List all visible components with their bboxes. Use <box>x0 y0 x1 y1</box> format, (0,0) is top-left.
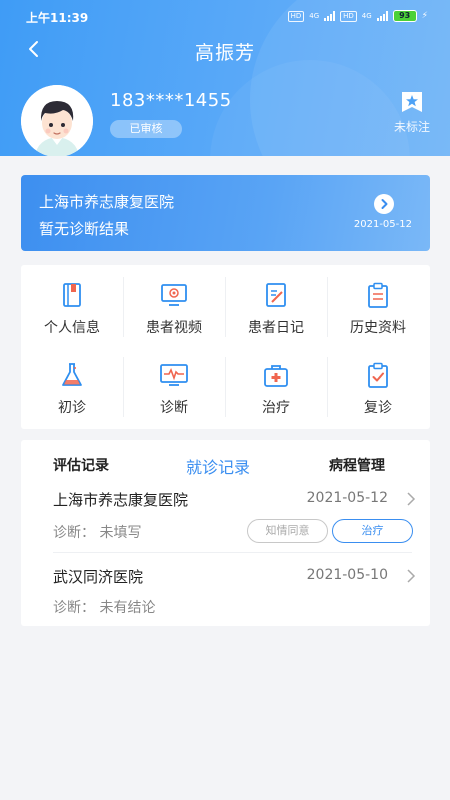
grid-label: 个人信息 <box>44 320 100 336</box>
profile-header: 上午11:39 HD 4G HD 4G 93 ⚡ 高振芳 183****1455… <box>0 0 450 156</box>
chevron-right-icon <box>407 569 416 583</box>
record-hospital: 武汉同济医院 <box>53 568 144 586</box>
record-diagnosis: 诊断： 未有结论 <box>53 600 156 616</box>
medical-kit-icon <box>264 365 288 387</box>
bookmark-star-icon <box>402 92 422 112</box>
grid-label: 复诊 <box>364 400 392 416</box>
audit-status-badge: 已审核 <box>110 120 182 138</box>
grid-label: 患者日记 <box>248 320 304 336</box>
tab-course[interactable]: 病程管理 <box>329 455 385 475</box>
grid-item-history[interactable]: 历史资料 <box>327 267 429 349</box>
grid-label: 患者视频 <box>146 320 202 336</box>
record-diagnosis: 诊断： 未填写 <box>53 525 142 541</box>
flask-icon <box>62 363 82 386</box>
notebook-pen-icon <box>266 283 286 307</box>
grid-label: 历史资料 <box>350 320 406 336</box>
avatar[interactable] <box>21 85 93 156</box>
record-hospital: 上海市养志康复医院 <box>53 491 189 509</box>
banner-diagnosis-result: 暂无诊断结果 <box>39 220 130 238</box>
tab-assessment[interactable]: 评估记录 <box>53 455 109 475</box>
grid-item-patient-video[interactable]: 患者视频 <box>123 267 225 349</box>
page-title: 高振芳 <box>194 42 255 64</box>
visit-record[interactable]: 武汉同济医院 2021-05-10 诊断： 未有结论 <box>21 565 430 617</box>
grid-label: 初诊 <box>58 400 86 416</box>
grid-item-patient-diary[interactable]: 患者日记 <box>225 267 327 349</box>
network-type: 4G <box>361 12 372 20</box>
battery-icon: 93 <box>392 10 417 22</box>
treatment-button[interactable]: 治疗 <box>332 519 413 543</box>
consent-button[interactable]: 知情同意 <box>247 519 328 543</box>
mark-label: 未标注 <box>393 120 430 134</box>
status-icons: HD 4G HD 4G 93 ⚡ <box>287 10 428 22</box>
signal-icon <box>324 11 336 21</box>
banner-hospital-name: 上海市养志康复医院 <box>39 193 175 211</box>
chevron-right-icon <box>407 492 416 506</box>
clipboard-icon <box>368 282 388 308</box>
avatar-illustration <box>21 85 93 156</box>
current-hospital-banner[interactable]: 上海市养志康复医院 暂无诊断结果 2021-05-12 <box>21 175 430 251</box>
checklist-icon <box>368 362 388 388</box>
tab-visits[interactable]: 就诊记录 <box>186 454 250 478</box>
record-date: 2021-05-10 <box>306 567 388 583</box>
grid-item-personal-info[interactable]: 个人信息 <box>21 267 123 349</box>
chevron-right-icon <box>381 199 388 209</box>
monitor-icon <box>161 284 187 306</box>
patient-phone: 183****1455 <box>110 90 232 111</box>
charging-icon: ⚡ <box>421 11 428 21</box>
record-date: 2021-05-12 <box>306 490 388 506</box>
network-type: 4G <box>309 12 320 20</box>
hd-indicator: HD <box>287 10 305 22</box>
grid-label: 治疗 <box>262 400 290 416</box>
grid-item-diagnosis[interactable]: 诊断 <box>123 347 225 429</box>
banner-date: 2021-05-12 <box>353 219 412 230</box>
visit-record[interactable]: 上海市养志康复医院 2021-05-12 诊断： 未填写 知情同意 治疗 <box>21 486 430 550</box>
status-time: 上午11:39 <box>26 11 89 25</box>
mark-button[interactable]: 未标注 <box>384 90 440 140</box>
grid-label: 诊断 <box>160 400 188 416</box>
status-bar: 上午11:39 HD 4G HD 4G 93 ⚡ <box>0 0 450 34</box>
function-grid: 个人信息 患者视频 患者日记 历史资料 初诊 诊断 治疗 复诊 <box>21 265 430 429</box>
grid-item-follow-up[interactable]: 复诊 <box>327 347 429 429</box>
divider <box>53 552 412 553</box>
records-card: 评估记录 就诊记录 病程管理 上海市养志康复医院 2021-05-12 诊断： … <box>21 440 430 626</box>
signal-icon <box>376 11 388 21</box>
grid-item-first-visit[interactable]: 初诊 <box>21 347 123 429</box>
book-icon <box>63 283 81 307</box>
chevron-right-circle-icon[interactable] <box>374 194 394 214</box>
hd-indicator: HD <box>340 10 357 22</box>
grid-item-treatment[interactable]: 治疗 <box>225 347 327 429</box>
ecg-monitor-icon <box>160 364 188 386</box>
